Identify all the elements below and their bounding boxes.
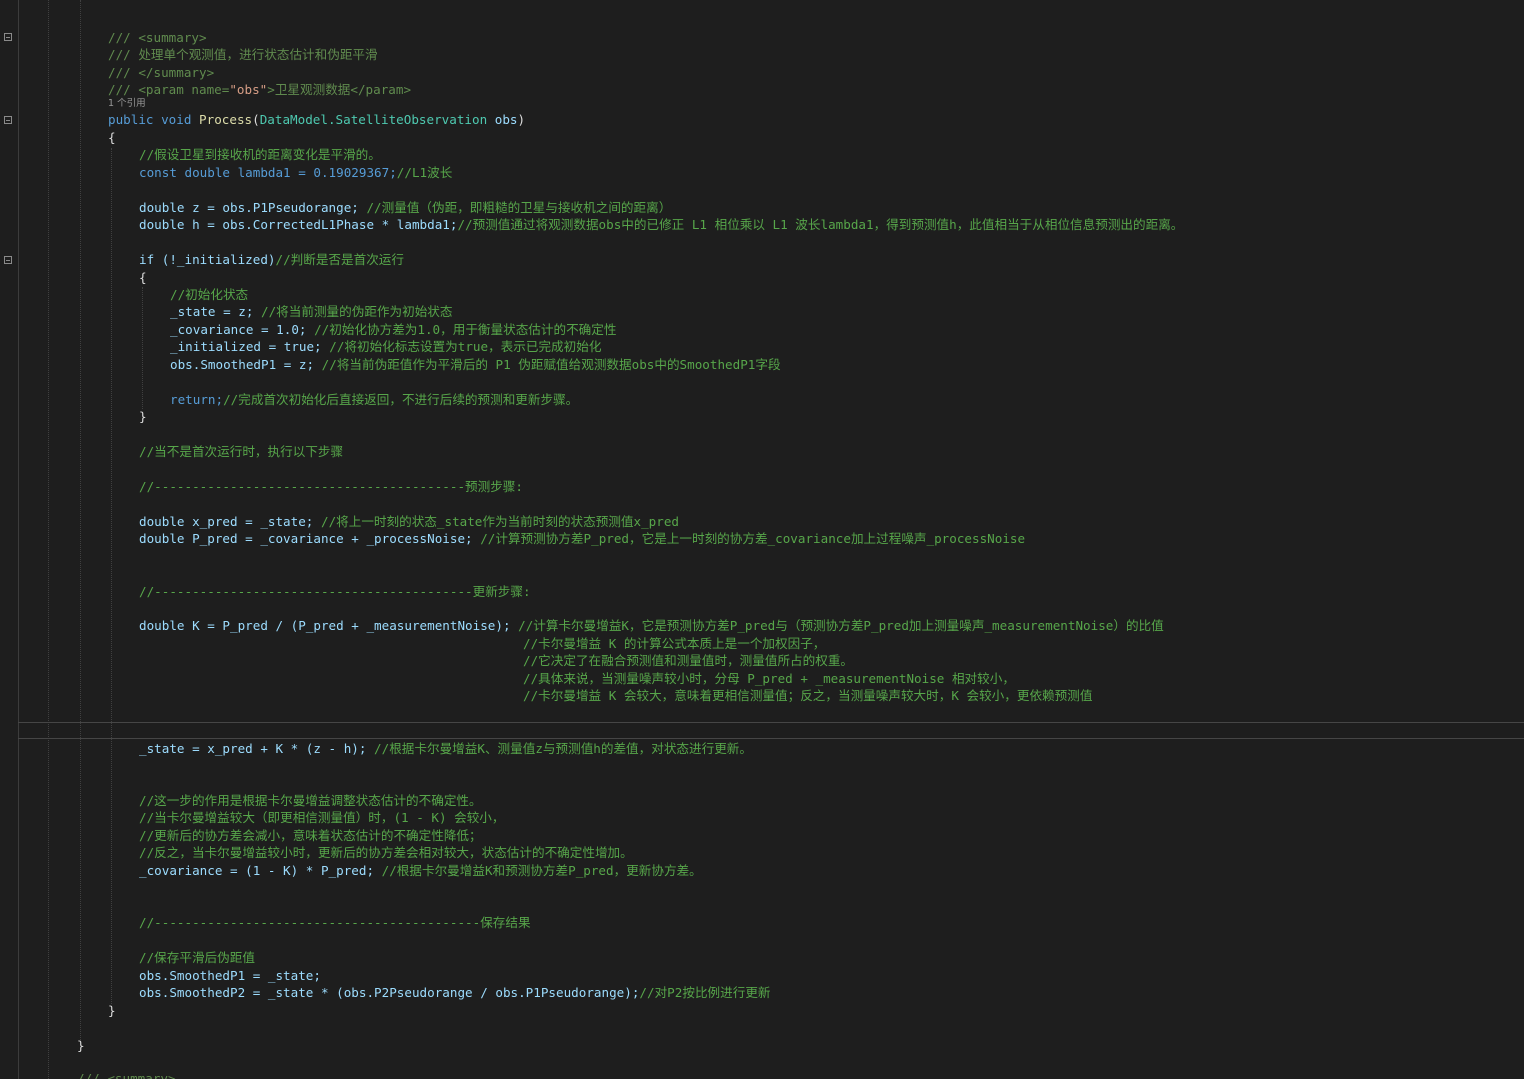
comment-line: //保存平滑后伪距值 <box>139 950 255 965</box>
code-line: const double lambda1 = 0.19029367;//L1波长 <box>139 165 453 180</box>
doc-comment-line: /// <summary> <box>108 30 207 45</box>
comment-line: //--------------------------------------… <box>139 584 531 599</box>
indent-guide <box>48 0 49 1079</box>
comment-line: //--------------------------------------… <box>139 915 531 930</box>
comment-line: //当不是首次运行时，执行以下步骤 <box>139 444 344 459</box>
comment-line: //初始化状态 <box>170 287 249 302</box>
current-line-highlight <box>18 722 1524 739</box>
code-line: { <box>139 270 147 285</box>
method-signature: public void Process(DataModel.SatelliteO… <box>108 112 526 127</box>
code-line: double x_pred = _state; //将上一时刻的状态_state… <box>139 514 680 529</box>
code-line: } <box>108 1003 116 1018</box>
indent-guide <box>80 0 81 1040</box>
doc-comment-line: /// <summary> <box>77 1071 176 1079</box>
comment-line: //--------------------------------------… <box>139 479 523 494</box>
fold-toggle-icon[interactable] <box>4 256 12 264</box>
code-line: double P_pred = _covariance + _processNo… <box>139 531 1026 546</box>
code-line: } <box>77 1038 85 1053</box>
code-line: double h = obs.CorrectedL1Phase * lambda… <box>139 217 1184 232</box>
code-line: } <box>139 409 147 424</box>
comment-line: //假设卫星到接收机的距离变化是平滑的。 <box>139 147 381 162</box>
doc-comment-line: /// 处理单个观测值，进行状态估计和伪距平滑 <box>108 47 378 62</box>
code-line: return;//完成首次初始化后直接返回，不进行后续的预测和更新步骤。 <box>170 392 579 407</box>
code-editor[interactable]: /// <summary> /// 处理单个观测值，进行状态估计和伪距平滑 //… <box>0 0 1524 1079</box>
comment-line: //它决定了在融合预测值和测量值时，测量值所占的权重。 <box>523 653 854 668</box>
code-line: _initialized = true; //将初始化标志设置为true，表示已… <box>170 339 602 354</box>
code-line: obs.SmoothedP1 = _state; <box>139 968 321 983</box>
code-line: { <box>108 130 116 145</box>
code-line: _covariance = (1 - K) * P_pred; //根据卡尔曼增… <box>139 863 702 878</box>
comment-line: //这一步的作用是根据卡尔曼增益调整状态估计的不确定性。 <box>139 793 482 808</box>
comment-line: //卡尔曼增益 K 的计算公式本质上是一个加权因子， <box>523 636 826 651</box>
fold-toggle-icon[interactable] <box>4 116 12 124</box>
code-line: _state = x_pred + K * (z - h); //根据卡尔曼增益… <box>139 741 752 756</box>
code-line: _state = z; //将当前测量的伪距作为初始状态 <box>170 304 453 319</box>
doc-comment-line: /// </summary> <box>108 65 215 80</box>
comment-line: //更新后的协方差会减小，意味着状态估计的不确定性降低； <box>139 828 482 843</box>
comment-line: //当卡尔曼增益较大（即更相信测量值）时，(1 - K) 会较小， <box>139 810 505 825</box>
code-line: _covariance = 1.0; //初始化协方差为1.0，用于衡量状态估计… <box>170 322 617 337</box>
comment-line: //反之，当卡尔曼增益较小时，更新后的协方差会相对较大，状态估计的不确定性增加。 <box>139 845 633 860</box>
reference-count-codelens[interactable]: 1 个引用 <box>108 97 146 111</box>
comment-line: //卡尔曼增益 K 会较大，意味着更相信测量值；反之，当测量噪声较大时，K 会较… <box>523 688 1093 703</box>
code-line: double K = P_pred / (P_pred + _measureme… <box>139 618 1164 633</box>
code-line: double z = obs.P1Pseudorange; //测量值（伪距，即… <box>139 200 672 215</box>
doc-comment-line: /// <param name="obs">卫星观测数据</param> <box>108 82 412 97</box>
editor-gutter <box>0 0 19 1079</box>
code-line: if (!_initialized)//判断是否是首次运行 <box>139 252 404 267</box>
comment-line: //具体来说，当测量噪声较小时，分母 P_pred + _measurement… <box>523 671 1015 686</box>
code-line: obs.SmoothedP1 = z; //将当前伪距值作为平滑后的 P1 伪距… <box>170 357 781 372</box>
indent-guide <box>111 148 112 1004</box>
indent-guide <box>142 287 143 409</box>
code-line: obs.SmoothedP2 = _state * (obs.P2Pseudor… <box>139 985 771 1000</box>
fold-toggle-icon[interactable] <box>4 33 12 41</box>
